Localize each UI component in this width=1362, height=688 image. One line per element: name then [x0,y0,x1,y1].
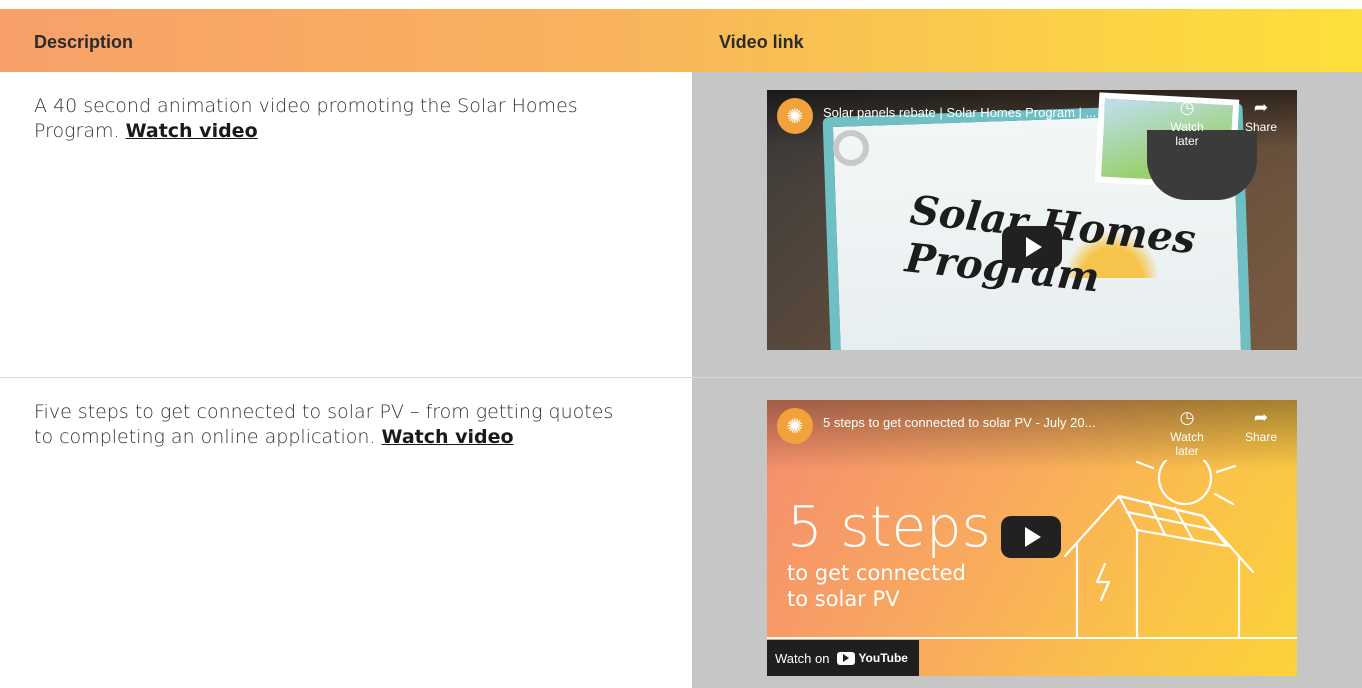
share-icon: ➦ [1253,408,1269,427]
share-button[interactable]: ➦ Share [1231,98,1291,134]
thumbnail-line-1: to get connected [787,561,966,585]
watch-on-youtube-button[interactable]: Watch on YouTube [767,640,919,676]
watch-on-label: Watch on [775,650,830,666]
clock-icon: ◷ [1179,408,1195,427]
youtube-play-box [837,651,856,665]
thumbnail-ring [833,130,869,166]
channel-logo-icon[interactable]: ✺ [777,408,813,444]
clock-icon: ◷ [1179,98,1195,117]
table-header: Description Video link [0,9,1362,72]
row-description: A 40 second animation video promoting th… [34,94,624,144]
description-text: Five steps to get connected to solar PV … [34,401,614,448]
watch-later-button[interactable]: ◷ Watch later [1157,98,1217,148]
share-label: Share [1244,120,1278,134]
youtube-icon: YouTube [837,651,908,665]
video-embed[interactable]: Solar Homes Program ✺ Solar panels rebat… [767,90,1297,350]
header-description: Description [34,32,134,52]
share-label: Share [1244,430,1278,444]
row-description: Five steps to get connected to solar PV … [34,400,624,450]
video-title[interactable]: 5 steps to get connected to solar PV - J… [823,415,1095,430]
video-embed[interactable]: 5 steps to get connected to solar PV ✺ 5… [767,400,1297,676]
watch-later-button[interactable]: ◷ Watch later [1157,408,1217,458]
watch-later-label: Watch later [1170,430,1204,458]
watch-video-link[interactable]: Watch video [382,426,514,448]
play-icon[interactable] [1001,516,1061,558]
channel-logo-icon[interactable]: ✺ [777,98,813,134]
thumbnail-big-text: 5 steps [787,495,991,560]
thumbnail-small-text: to get connected to solar PV [787,560,966,612]
watch-later-label: Watch later [1170,120,1204,148]
video-title[interactable]: Solar panels rebate | Solar Homes Progra… [823,105,1096,120]
play-icon[interactable] [1002,226,1062,268]
video-cell: Solar Homes Program ✺ Solar panels rebat… [692,72,1362,377]
table-row: A 40 second animation video promoting th… [0,72,1362,378]
share-icon: ➦ [1253,98,1269,117]
video-cell: 5 steps to get connected to solar PV ✺ 5… [692,378,1362,688]
thumbnail-line-2: to solar PV [787,587,900,611]
table-row: Five steps to get connected to solar PV … [0,378,1362,688]
house-solar-icon [1063,460,1255,638]
video-table: Description Video link A 40 second anima… [0,9,1362,688]
header-video-link: Video link [719,32,804,52]
share-button[interactable]: ➦ Share [1231,408,1291,444]
watch-video-link[interactable]: Watch video [126,120,258,142]
youtube-wordmark: YouTube [858,651,908,665]
ground-line [767,637,1297,639]
description-text: A 40 second animation video promoting th… [34,95,578,142]
